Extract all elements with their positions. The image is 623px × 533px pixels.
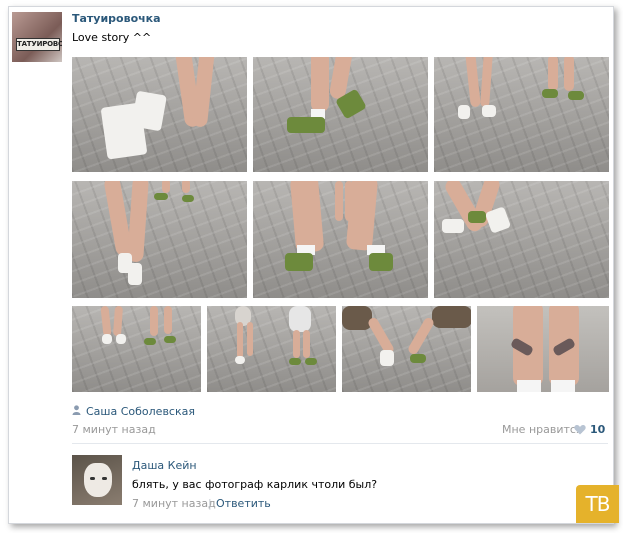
- photo-4[interactable]: [72, 181, 247, 298]
- post-author-link[interactable]: Татуировочка: [72, 12, 161, 25]
- post-timestamp[interactable]: 7 минут назад: [72, 423, 156, 436]
- photo-1[interactable]: [72, 57, 247, 172]
- photo-6[interactable]: [434, 181, 609, 298]
- person-icon: [72, 405, 81, 415]
- heart-icon[interactable]: [574, 424, 586, 435]
- comment-timestamp[interactable]: 7 минут назад: [132, 497, 216, 510]
- photo-5[interactable]: [253, 181, 428, 298]
- avatar-caption: ТАТУИРОВОЧКА: [16, 38, 62, 51]
- photo-9[interactable]: [342, 306, 471, 392]
- photo-10[interactable]: [477, 306, 609, 392]
- author-avatar[interactable]: ТАТУИРОВОЧКА: [12, 12, 62, 62]
- liker-name-link[interactable]: Саша Соболевская: [86, 405, 195, 418]
- like-count[interactable]: 10: [590, 423, 605, 436]
- photo-8[interactable]: [207, 306, 336, 392]
- photo-3[interactable]: [434, 57, 609, 172]
- comment-author-link[interactable]: Даша Кейн: [132, 459, 197, 472]
- post-text: Love story ^^: [72, 31, 152, 44]
- watermark-logo: ТВ: [576, 485, 619, 523]
- photo-2[interactable]: [253, 57, 428, 172]
- commenter-avatar[interactable]: [72, 455, 122, 505]
- reply-link[interactable]: Ответить: [216, 497, 271, 510]
- photo-7[interactable]: [72, 306, 201, 392]
- like-button-label[interactable]: Мне нравится: [502, 423, 583, 436]
- comment-separator: |: [208, 497, 212, 510]
- comments-divider: [72, 443, 608, 444]
- comment-text: блять, у вас фотограф карлик чтоли был?: [132, 478, 378, 491]
